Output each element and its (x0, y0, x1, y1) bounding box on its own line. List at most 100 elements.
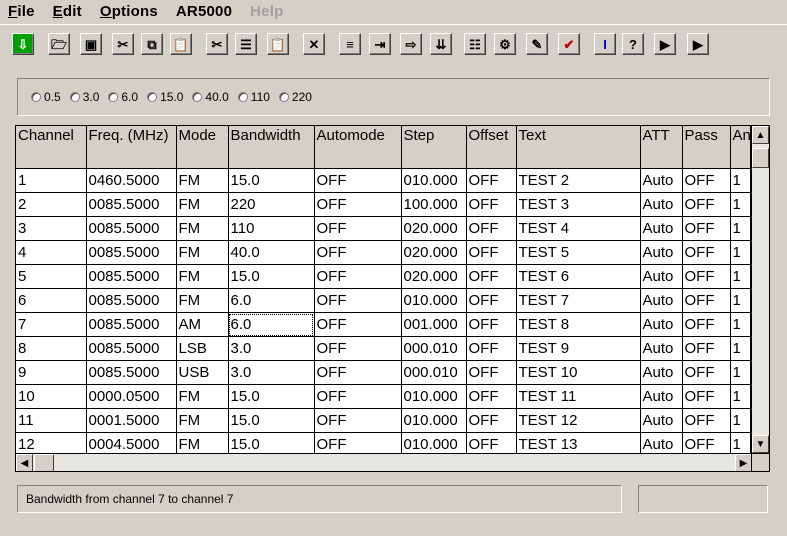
list-icon[interactable]: ☷ (464, 33, 486, 55)
table-cell[interactable]: USB (176, 360, 229, 385)
table-cell[interactable]: Auto (640, 216, 683, 241)
table-cell[interactable]: 100.000 (401, 192, 467, 217)
table-cell[interactable]: OFF (682, 264, 731, 289)
table-cell[interactable]: 6.0 (228, 312, 315, 337)
table-cell[interactable]: LSB (176, 336, 229, 361)
table-cell[interactable]: OFF (314, 240, 402, 265)
column-header[interactable]: Text (516, 126, 641, 169)
cut-icon[interactable]: ✂ (112, 33, 134, 55)
table-cell[interactable]: FM (176, 216, 229, 241)
table-cell[interactable]: 1 (730, 240, 751, 265)
table-cell[interactable]: 1 (730, 168, 751, 193)
table-cell[interactable]: TEST 2 (516, 168, 641, 193)
table-cell[interactable]: 1 (730, 192, 751, 217)
edit-pencil-icon[interactable]: ✎ (526, 33, 548, 55)
table-cell[interactable]: Auto (640, 336, 683, 361)
insert-rows-icon[interactable]: ≡ (339, 33, 361, 55)
table-cell[interactable]: AM (176, 312, 229, 337)
table-cell[interactable]: 010.000 (401, 288, 467, 313)
table-cell[interactable]: OFF (314, 216, 402, 241)
table-cell[interactable]: 1 (730, 384, 751, 409)
row-header-cell[interactable]: 7 (16, 312, 87, 337)
row-header-cell[interactable]: 5 (16, 264, 87, 289)
table-cell[interactable]: 1 (730, 336, 751, 361)
row-header-cell[interactable]: 2 (16, 192, 87, 217)
table-cell[interactable]: OFF (682, 288, 731, 313)
table-cell[interactable]: OFF (466, 408, 517, 433)
row-header-cell[interactable]: 10 (16, 384, 87, 409)
table-cell[interactable]: 15.0 (228, 408, 315, 433)
table-cell[interactable]: TEST 7 (516, 288, 641, 313)
table-cell[interactable]: 001.000 (401, 312, 467, 337)
horizontal-scrollbar[interactable]: ◀ ▶ (16, 453, 752, 471)
bandwidth-radio-110[interactable]: 110 (237, 90, 270, 104)
table-cell[interactable]: 010.000 (401, 384, 467, 409)
column-header[interactable]: Bandwidth (228, 126, 315, 169)
table-cell[interactable]: OFF (682, 360, 731, 385)
paste-icon[interactable]: 📋 (170, 33, 192, 55)
table-cell[interactable]: OFF (314, 312, 402, 337)
menu-options[interactable]: Options (100, 3, 158, 20)
menu-file[interactable]: File (8, 3, 35, 20)
table-cell[interactable]: 0085.5000 (86, 360, 177, 385)
table-cell[interactable]: OFF (466, 360, 517, 385)
table-cell[interactable]: OFF (682, 408, 731, 433)
table-cell[interactable]: 0460.5000 (86, 168, 177, 193)
row-header-cell[interactable]: 4 (16, 240, 87, 265)
table-cell[interactable]: 40.0 (228, 240, 315, 265)
table-cell[interactable]: OFF (314, 336, 402, 361)
table-cell[interactable]: 3.0 (228, 336, 315, 361)
table-cell[interactable]: 010.000 (401, 408, 467, 433)
table-cell[interactable]: FM (176, 168, 229, 193)
table-cell[interactable]: OFF (466, 288, 517, 313)
table-cell[interactable]: TEST 9 (516, 336, 641, 361)
table-row[interactable]: 2 0085.5000 FM 220 OFF 100.000 OFF TEST 3 Auto OF… (16, 192, 751, 217)
row-header-cell[interactable]: 6 (16, 288, 87, 313)
table-cell[interactable]: OFF (314, 168, 402, 193)
column-header[interactable]: Freq. (MHz) (86, 126, 177, 169)
menu-ar5000[interactable]: AR5000 (176, 3, 232, 20)
table-cell[interactable]: OFF (314, 360, 402, 385)
table-row[interactable]: 1 0460.5000 FM 15.0 OFF 010.000 OFF TEST 2 Auto O… (16, 168, 751, 193)
column-header[interactable]: Automode (314, 126, 402, 169)
table-cell[interactable]: OFF (314, 264, 402, 289)
table-row[interactable]: 11 0001.5000 FM 15.0 OFF 010.000 OFF TEST 12 Aut… (16, 408, 751, 433)
cut-rows-icon[interactable]: ✂ (206, 33, 228, 55)
table-cell[interactable]: 0000.0500 (86, 384, 177, 409)
menu-help[interactable]: Help (250, 3, 283, 20)
table-row[interactable]: 5 0085.5000 FM 15.0 OFF 020.000 OFF TEST 6 Auto O… (16, 264, 751, 289)
column-header[interactable]: Pass (682, 126, 731, 169)
table-cell[interactable]: FM (176, 192, 229, 217)
table-cell[interactable]: OFF (466, 240, 517, 265)
table-cell[interactable]: OFF (682, 336, 731, 361)
table-cell[interactable]: OFF (682, 216, 731, 241)
table-cell[interactable]: OFF (682, 192, 731, 217)
row-header-cell[interactable]: 3 (16, 216, 87, 241)
scroll-thumb[interactable] (752, 148, 769, 168)
table-cell[interactable]: 0085.5000 (86, 216, 177, 241)
column-header[interactable]: Channel (16, 126, 87, 169)
sort-icon[interactable]: ⇊ (430, 33, 452, 55)
table-cell[interactable]: 020.000 (401, 264, 467, 289)
table-cell[interactable]: OFF (466, 192, 517, 217)
table-cell[interactable]: 110 (228, 216, 315, 241)
bandwidth-radio-15-0[interactable]: 15.0 (147, 90, 183, 104)
table-cell[interactable]: Auto (640, 288, 683, 313)
fill-right-icon[interactable]: ⇥ (369, 33, 391, 55)
table-cell[interactable]: 010.000 (401, 168, 467, 193)
table-cell[interactable]: Auto (640, 264, 683, 289)
table-cell[interactable]: Auto (640, 360, 683, 385)
table-cell[interactable]: 0001.5000 (86, 408, 177, 433)
table-row[interactable]: 3 0085.5000 FM 110 OFF 020.000 OFF TEST 4 Auto OF… (16, 216, 751, 241)
table-cell[interactable]: 3.0 (228, 360, 315, 385)
table-cell[interactable]: Auto (640, 384, 683, 409)
column-header[interactable]: Offset (466, 126, 517, 169)
table-cell[interactable]: FM (176, 240, 229, 265)
table-cell[interactable]: OFF (314, 288, 402, 313)
row-header-cell[interactable]: 11 (16, 408, 87, 433)
table-cell[interactable]: OFF (682, 168, 731, 193)
table-cell[interactable]: TEST 8 (516, 312, 641, 337)
table-cell[interactable]: TEST 4 (516, 216, 641, 241)
table-cell[interactable]: 1 (730, 264, 751, 289)
table-cell[interactable]: 1 (730, 288, 751, 313)
